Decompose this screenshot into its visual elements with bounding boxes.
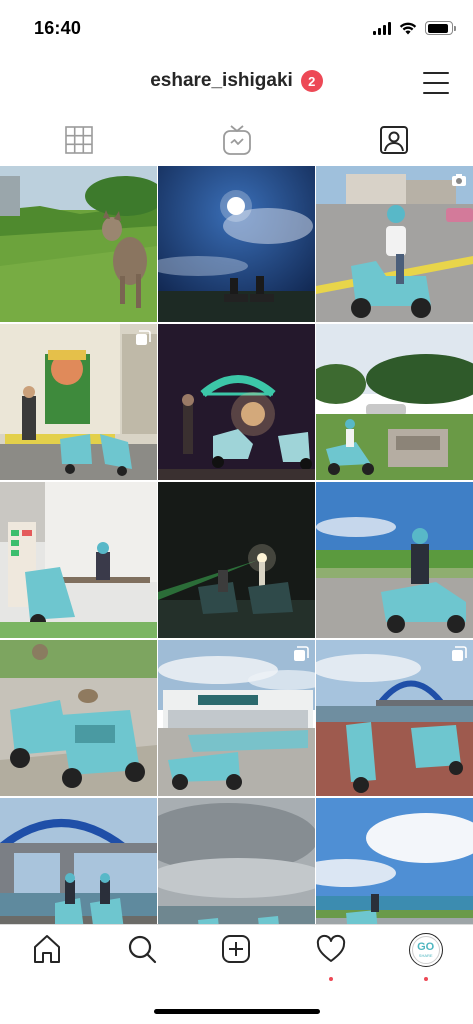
cellular-signal-icon [373, 21, 391, 35]
grid-post[interactable] [316, 798, 473, 924]
status-bar: 16:40 [0, 0, 473, 56]
username-group[interactable]: eshare_ishigaki 2 [0, 70, 473, 92]
igtv-icon [222, 125, 251, 155]
plus-square-icon [222, 935, 251, 963]
status-time: 16:40 [34, 18, 82, 38]
grid-post[interactable] [158, 798, 315, 924]
multiple-photos-icon [294, 646, 309, 661]
bottom-navigation: GO SHARE [0, 924, 473, 1024]
hamburger-menu-icon[interactable] [423, 72, 449, 94]
grid-post[interactable] [0, 482, 157, 638]
profile-header: eshare_ishigaki 2 [0, 60, 473, 108]
profile-dot [423, 977, 428, 981]
nav-new-post[interactable] [189, 933, 284, 981]
grid-post[interactable] [158, 166, 315, 322]
avatar-logo-subtext: SHARE [418, 953, 433, 958]
multiple-photos-icon [452, 646, 467, 661]
nav-profile[interactable]: GO SHARE [378, 933, 473, 981]
grid-post[interactable] [0, 798, 157, 924]
tab-igtv[interactable] [158, 118, 316, 162]
notification-badge: 2 [300, 70, 323, 92]
grid-post[interactable] [316, 166, 473, 322]
grid-post[interactable] [0, 166, 157, 322]
grid-post[interactable] [158, 640, 315, 796]
wifi-icon [399, 22, 417, 35]
grid-post[interactable] [316, 324, 473, 480]
profile-tabs [0, 118, 473, 162]
tab-grid[interactable] [0, 118, 158, 162]
tab-tagged[interactable] [315, 118, 473, 162]
nav-search[interactable] [95, 933, 190, 981]
nav-home[interactable] [0, 933, 95, 981]
heart-icon [316, 934, 346, 962]
tagged-user-icon [380, 126, 409, 154]
grid-post[interactable] [0, 640, 157, 796]
grid-icon [65, 126, 93, 154]
multiple-photos-icon [136, 330, 151, 345]
home-icon [34, 935, 61, 963]
battery-icon [425, 21, 456, 35]
grid-post[interactable] [316, 640, 473, 796]
activity-dot [329, 977, 334, 981]
status-icons [373, 20, 456, 36]
profile-avatar[interactable]: GO SHARE [408, 933, 443, 967]
grid-post[interactable] [158, 324, 315, 480]
photo-grid [0, 166, 473, 924]
nav-activity[interactable] [284, 933, 379, 981]
home-indicator [154, 1009, 320, 1014]
grid-post[interactable] [316, 482, 473, 638]
grid-post[interactable] [158, 482, 315, 638]
grid-post[interactable] [0, 324, 157, 480]
profile-username[interactable]: eshare_ishigaki [150, 70, 293, 92]
camera-icon [452, 174, 466, 186]
search-icon [128, 935, 156, 964]
avatar-logo-text: GO [417, 941, 435, 953]
